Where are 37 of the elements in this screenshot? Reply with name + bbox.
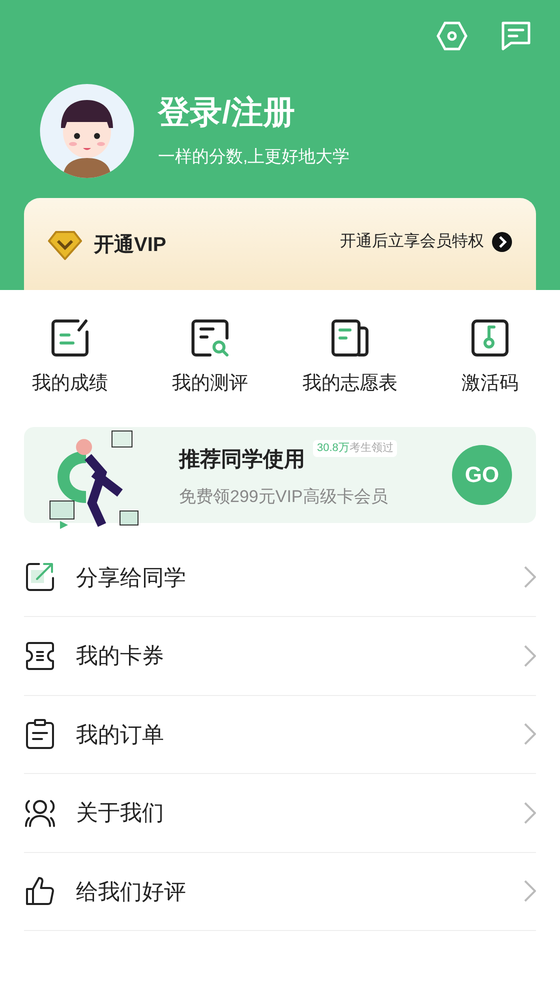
shortcut-label[interactable]: 我的成绩 xyxy=(32,370,108,398)
diamond-icon xyxy=(48,230,82,260)
thumbs-up-icon xyxy=(24,875,56,908)
promo-card[interactable]: 推荐同学使用 30.8万考生领过 免费领299元VIP高级卡会员 GO xyxy=(24,426,536,522)
promo-title: 推荐同学使用 xyxy=(179,447,305,473)
claimed-count-badge: 30.8万考生领过 xyxy=(313,440,398,456)
shortcut-label[interactable]: 我的志愿表 xyxy=(302,370,398,398)
chevron-right-circle-icon[interactable] xyxy=(492,232,512,252)
chevron-right-icon xyxy=(524,566,536,588)
promo-subtitle: 免费领299元VIP高级卡会员 xyxy=(179,486,389,508)
shortcut-label[interactable]: 激活码 xyxy=(462,370,518,398)
vip-card[interactable]: 开通VIP 开通后立享会员特权 xyxy=(24,198,536,290)
menu-label: 给我们好评 xyxy=(76,878,187,906)
chevron-right-icon xyxy=(524,880,536,902)
edit-note-icon xyxy=(50,318,90,358)
menu-row[interactable]: 关于我们 xyxy=(24,774,536,852)
document-icon xyxy=(330,318,370,358)
vip-benefits-link[interactable]: 开通后立享会员特权 xyxy=(340,230,484,254)
menu-row[interactable]: 我的订单 xyxy=(24,696,536,774)
share-icon xyxy=(24,561,56,594)
slogan-text: 一样的分数,上更好地大学 xyxy=(158,146,350,168)
vip-title: 开通VIP xyxy=(94,233,166,258)
chevron-right-icon xyxy=(524,644,536,667)
menu-row[interactable]: 给我们好评 xyxy=(24,852,536,931)
menu-row[interactable]: 分享给同学 xyxy=(24,538,536,617)
menu-label: 我的订单 xyxy=(76,720,165,749)
clipboard-icon xyxy=(24,718,56,750)
menu-row[interactable]: 我的卡券 xyxy=(24,617,536,696)
menu-label: 关于我们 xyxy=(76,799,165,828)
key-icon xyxy=(470,318,510,358)
document-search-icon xyxy=(190,318,230,358)
ticket-icon xyxy=(24,640,56,672)
chevron-right-icon xyxy=(524,802,536,824)
menu-label: 分享给同学 xyxy=(76,564,187,592)
shortcut-label[interactable]: 我的测评 xyxy=(172,370,248,398)
menu-label: 我的卡券 xyxy=(76,642,165,670)
chevron-right-icon xyxy=(524,723,536,746)
